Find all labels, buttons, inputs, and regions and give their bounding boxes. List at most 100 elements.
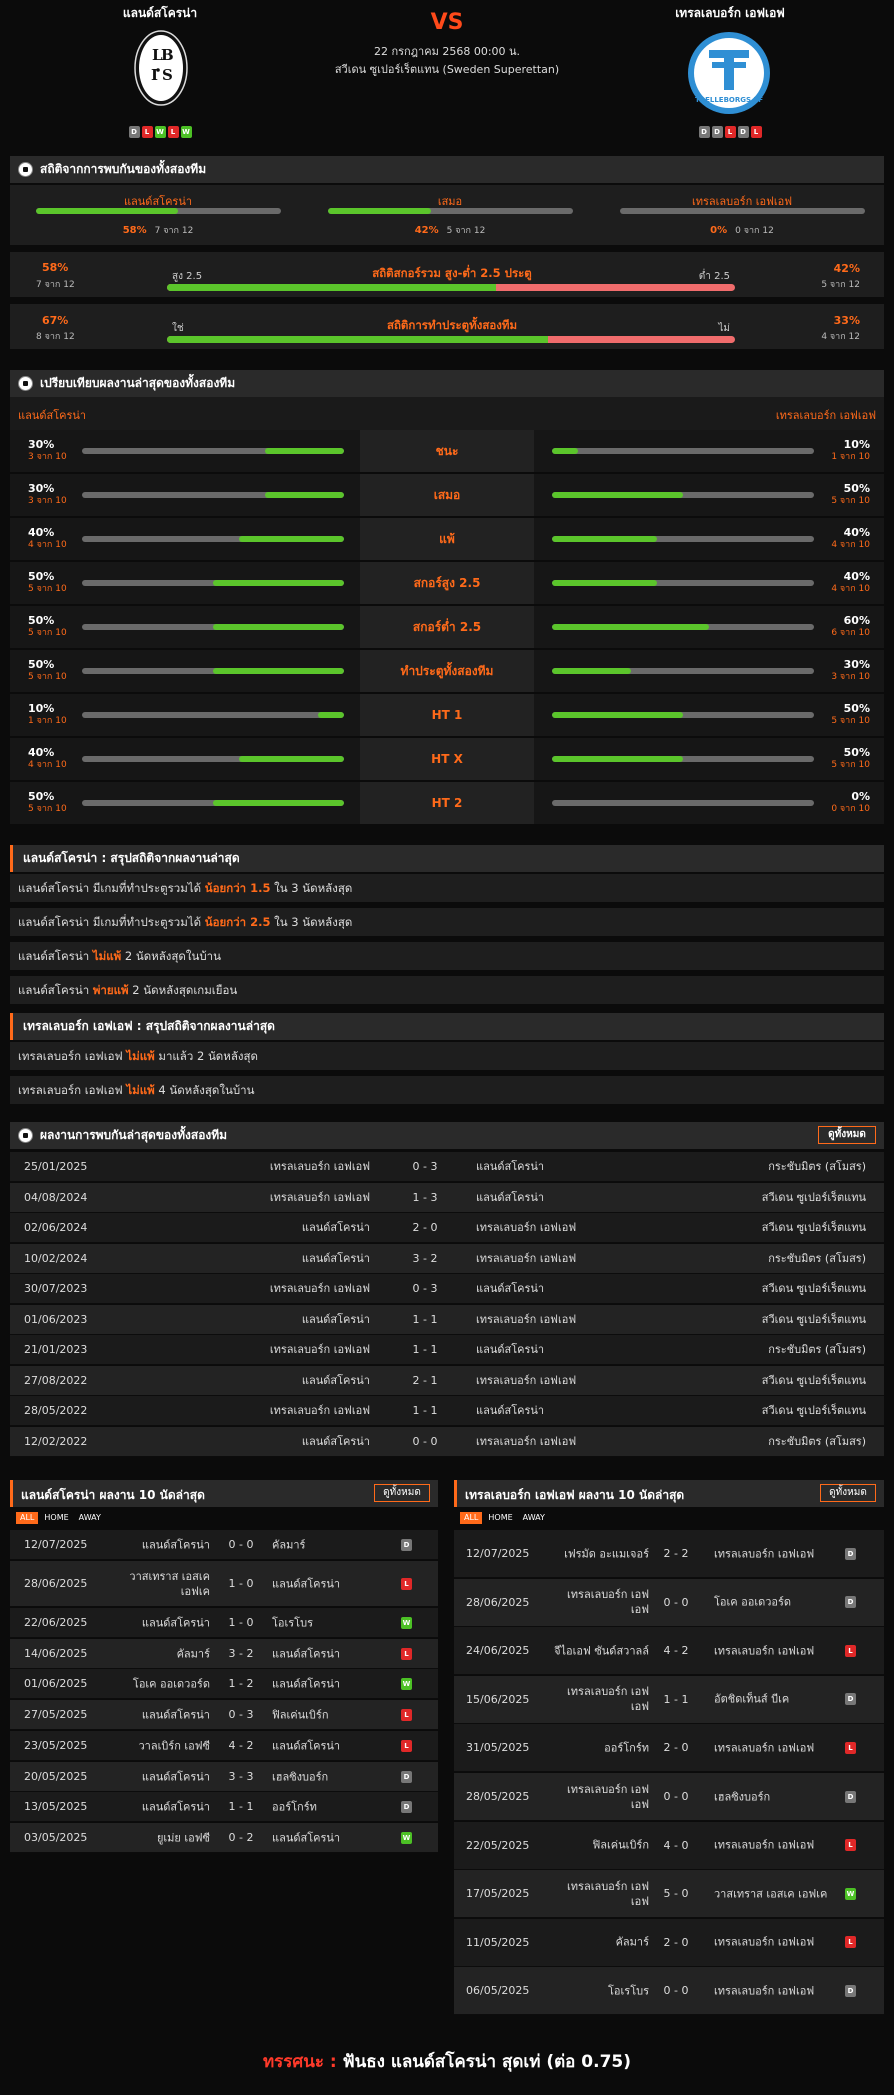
match-home[interactable]: แลนด์สโครน่า	[110, 1769, 210, 1784]
match-home[interactable]: เทรลเลบอร์ก เอฟเอฟ	[270, 1335, 370, 1365]
away-last10-row[interactable]: 28/06/2025 เทรลเลบอร์ก เอฟเอฟ 0 - 0 โอเค ออ…	[454, 1578, 884, 1627]
away-last10-row[interactable]: 17/05/2025 เทรลเลบอร์ก เอฟเอฟ 5 - 0 วาสเทรา…	[454, 1870, 884, 1919]
match-away[interactable]: แลนด์สโครน่า	[272, 1646, 392, 1661]
match-home[interactable]: เทรลเลบอร์ก เอฟเอฟ	[549, 1587, 649, 1617]
h2h-match-row[interactable]: 28/05/2022 เทรลเลบอร์ก เอฟเอฟ 1 - 1 แลนด์สโ…	[10, 1396, 884, 1426]
match-home[interactable]: โอเค ออเดวอร์ด	[110, 1676, 210, 1691]
match-away[interactable]: เทรลเลบอร์ก เอฟเอฟ	[476, 1213, 576, 1243]
match-away[interactable]: เทรลเลบอร์ก เอฟเอฟ	[714, 1740, 834, 1755]
away-last10-row[interactable]: 12/07/2025 เฟรมัด อะแมเจอร์ 2 - 2 เทรลเลบอร…	[454, 1530, 884, 1578]
home-last10-row[interactable]: 23/05/2025 วาลเบิร์ก เอฟซี 4 - 2 แลนด์สโครน…	[10, 1731, 438, 1761]
tab-away[interactable]: AWAY	[519, 1512, 549, 1524]
h2h-match-row[interactable]: 12/02/2022 แลนด์สโครน่า 0 - 0 เทรลเลบอร์ก เ…	[10, 1426, 884, 1457]
match-home[interactable]: เฟรมัด อะแมเจอร์	[549, 1546, 649, 1561]
h2h-view-all-button[interactable]: ดูทั้งหมด	[818, 1126, 876, 1144]
tab-all[interactable]: ALL	[16, 1512, 39, 1524]
match-away[interactable]: คัลมาร์	[272, 1537, 392, 1552]
home-last10-row[interactable]: 01/06/2025 โอเค ออเดวอร์ด 1 - 2 แลนด์สโครน่…	[10, 1669, 438, 1699]
h2h-match-row[interactable]: 21/01/2023 เทรลเลบอร์ก เอฟเอฟ 1 - 1 แลนด์สโ…	[10, 1335, 884, 1365]
match-home[interactable]: คัลมาร์	[110, 1646, 210, 1661]
match-home[interactable]: จีไอเอฟ ซันด์สวาลล์	[549, 1643, 649, 1658]
home-last10-row[interactable]: 14/06/2025 คัลมาร์ 3 - 2 แลนด์สโครน่า L	[10, 1639, 438, 1669]
home-last10-row[interactable]: 20/05/2025 แลนด์สโครน่า 3 - 3 เฮลซิงบอร์ก D	[10, 1762, 438, 1792]
tab-away[interactable]: AWAY	[75, 1512, 105, 1524]
match-away[interactable]: แลนด์สโครน่า	[272, 1830, 392, 1845]
match-away[interactable]: โอเค ออเดวอร์ด	[714, 1595, 834, 1610]
match-away[interactable]: แลนด์สโครน่า	[476, 1183, 544, 1213]
away-last10-row[interactable]: 15/06/2025 เทรลเลบอร์ก เอฟเอฟ 1 - 1 อัตชิดเ…	[454, 1675, 884, 1724]
away-team-crest[interactable]: TRELLEBORGS FF	[686, 30, 772, 119]
match-home[interactable]: แลนด์สโครน่า	[302, 1244, 370, 1274]
match-away[interactable]: ฟิลเค่นเบิร์ก	[272, 1707, 392, 1722]
h2h-match-row[interactable]: 27/08/2022 แลนด์สโครน่า 2 - 1 เทรลเลบอร์ก เ…	[10, 1365, 884, 1396]
match-away[interactable]: เทรลเลบอร์ก เอฟเอฟ	[714, 1838, 834, 1853]
match-home[interactable]: แลนด์สโครน่า	[110, 1615, 210, 1630]
h2h-match-row[interactable]: 30/07/2023 เทรลเลบอร์ก เอฟเอฟ 0 - 3 แลนด์สโ…	[10, 1274, 884, 1304]
match-away[interactable]: แลนด์สโครน่า	[476, 1335, 544, 1365]
home-last10-row[interactable]: 28/06/2025 วาสเทราส เอสเค เอฟเค 1 - 0 แลนด์…	[10, 1561, 438, 1607]
match-away[interactable]: แลนด์สโครน่า	[272, 1738, 392, 1753]
away-last10-row[interactable]: 31/05/2025 ออร์โกร์ท 2 - 0 เทรลเลบอร์ก เอฟเ…	[454, 1724, 884, 1773]
match-away[interactable]: เทรลเลบอร์ก เอฟเอฟ	[714, 1935, 834, 1950]
match-away[interactable]: แลนด์สโครน่า	[476, 1396, 544, 1426]
match-away[interactable]: แลนด์สโครน่า	[272, 1676, 392, 1691]
home-last10-view-all-button[interactable]: ดูทั้งหมด	[374, 1484, 430, 1502]
match-away[interactable]: แลนด์สโครน่า	[476, 1274, 544, 1304]
tab-home[interactable]: HOME	[40, 1512, 72, 1524]
tab-home[interactable]: HOME	[484, 1512, 516, 1524]
home-last10-row[interactable]: 12/07/2025 แลนด์สโครน่า 0 - 0 คัลมาร์ D	[10, 1530, 438, 1560]
h2h-match-row[interactable]: 10/02/2024 แลนด์สโครน่า 3 - 2 เทรลเลบอร์ก เ…	[10, 1243, 884, 1274]
match-home[interactable]: เทรลเลบอร์ก เอฟเอฟ	[549, 1684, 649, 1714]
match-home[interactable]: เทรลเลบอร์ก เอฟเอฟ	[270, 1183, 370, 1213]
match-home[interactable]: แลนด์สโครน่า	[302, 1366, 370, 1396]
home-last10-row[interactable]: 13/05/2025 แลนด์สโครน่า 1 - 1 ออร์โกร์ท D	[10, 1792, 438, 1822]
away-last10-row[interactable]: 22/05/2025 ฟิลเค่นเบิร์ก 4 - 0 เทรลเลบอร์ก …	[454, 1821, 884, 1870]
h2h-match-row[interactable]: 01/06/2023 แลนด์สโครน่า 1 - 1 เทรลเลบอร์ก เ…	[10, 1304, 884, 1335]
match-home[interactable]: แลนด์สโครน่า	[110, 1799, 210, 1814]
match-away[interactable]: ออร์โกร์ท	[272, 1799, 392, 1814]
match-home[interactable]: แลนด์สโครน่า	[302, 1427, 370, 1457]
match-away[interactable]: แลนด์สโครน่า	[476, 1152, 544, 1182]
match-home[interactable]: ออร์โกร์ท	[549, 1740, 649, 1755]
h2h-match-row[interactable]: 02/06/2024 แลนด์สโครน่า 2 - 0 เทรลเลบอร์ก เ…	[10, 1213, 884, 1243]
tab-all[interactable]: ALL	[460, 1512, 483, 1524]
match-home[interactable]: เทรลเลบอร์ก เอฟเอฟ	[549, 1879, 649, 1909]
match-home[interactable]: วาสเทราส เอสเค เอฟเค	[110, 1569, 210, 1599]
away-team-name[interactable]: เทรลเลบอร์ก เอฟเอฟ	[620, 4, 840, 23]
match-away[interactable]: แลนด์สโครน่า	[272, 1576, 392, 1591]
match-home[interactable]: ฟิลเค่นเบิร์ก	[549, 1838, 649, 1853]
match-away[interactable]: เทรลเลบอร์ก เอฟเอฟ	[714, 1643, 834, 1658]
home-last10-row[interactable]: 22/06/2025 แลนด์สโครน่า 1 - 0 โอเรโบร W	[10, 1608, 438, 1638]
away-last10-view-all-button[interactable]: ดูทั้งหมด	[820, 1484, 876, 1502]
match-home[interactable]: แลนด์สโครน่า	[302, 1305, 370, 1335]
match-home[interactable]: แลนด์สโครน่า	[110, 1707, 210, 1722]
match-away[interactable]: เทรลเลบอร์ก เอฟเอฟ	[476, 1305, 576, 1335]
away-last10-row[interactable]: 11/05/2025 คัลมาร์ 2 - 0 เทรลเลบอร์ก เอฟเอฟ…	[454, 1918, 884, 1967]
match-home[interactable]: แลนด์สโครน่า	[302, 1213, 370, 1243]
match-away[interactable]: เทรลเลบอร์ก เอฟเอฟ	[714, 1983, 834, 1998]
match-away[interactable]: เทรลเลบอร์ก เอฟเอฟ	[476, 1366, 576, 1396]
match-away[interactable]: อัตชิดเท็นส์ บีเค	[714, 1692, 834, 1707]
match-away[interactable]: เฮลซิงบอร์ก	[714, 1789, 834, 1804]
match-home[interactable]: วาลเบิร์ก เอฟซี	[110, 1738, 210, 1753]
home-last10-row[interactable]: 03/05/2025 ยูเม่ย เอฟซี 0 - 2 แลนด์สโครน่า W	[10, 1823, 438, 1853]
h2h-match-row[interactable]: 25/01/2025 เทรลเลบอร์ก เอฟเอฟ 0 - 3 แลนด์สโ…	[10, 1152, 884, 1182]
away-last10-row[interactable]: 06/05/2025 โอเรโบร 0 - 0 เทรลเลบอร์ก เอฟเอฟ…	[454, 1967, 884, 2016]
match-home[interactable]: เทรลเลบอร์ก เอฟเอฟ	[270, 1274, 370, 1304]
match-home[interactable]: คัลมาร์	[549, 1935, 649, 1950]
home-last10-row[interactable]: 27/05/2025 แลนด์สโครน่า 0 - 3 ฟิลเค่นเบิร์ก…	[10, 1700, 438, 1730]
away-last10-row[interactable]: 24/06/2025 จีไอเอฟ ซันด์สวาลล์ 4 - 2 เทรลเล…	[454, 1627, 884, 1676]
match-home[interactable]: เทรลเลบอร์ก เอฟเอฟ	[270, 1152, 370, 1182]
match-home[interactable]: โอเรโบร	[549, 1983, 649, 1998]
match-away[interactable]: เทรลเลบอร์ก เอฟเอฟ	[476, 1244, 576, 1274]
match-home[interactable]: เทรลเลบอร์ก เอฟเอฟ	[270, 1396, 370, 1426]
match-away[interactable]: วาสเทราส เอสเค เอฟเค	[714, 1886, 834, 1901]
match-home[interactable]: ยูเม่ย เอฟซี	[110, 1830, 210, 1845]
match-away[interactable]: เทรลเลบอร์ก เอฟเอฟ	[476, 1427, 576, 1457]
match-home[interactable]: เทรลเลบอร์ก เอฟเอฟ	[549, 1782, 649, 1812]
match-away[interactable]: เฮลซิงบอร์ก	[272, 1769, 392, 1784]
match-away[interactable]: โอเรโบร	[272, 1615, 392, 1630]
match-home[interactable]: แลนด์สโครน่า	[110, 1537, 210, 1552]
h2h-match-row[interactable]: 04/08/2024 เทรลเลบอร์ก เอฟเอฟ 1 - 3 แลนด์สโ…	[10, 1182, 884, 1213]
match-away[interactable]: เทรลเลบอร์ก เอฟเอฟ	[714, 1546, 834, 1561]
